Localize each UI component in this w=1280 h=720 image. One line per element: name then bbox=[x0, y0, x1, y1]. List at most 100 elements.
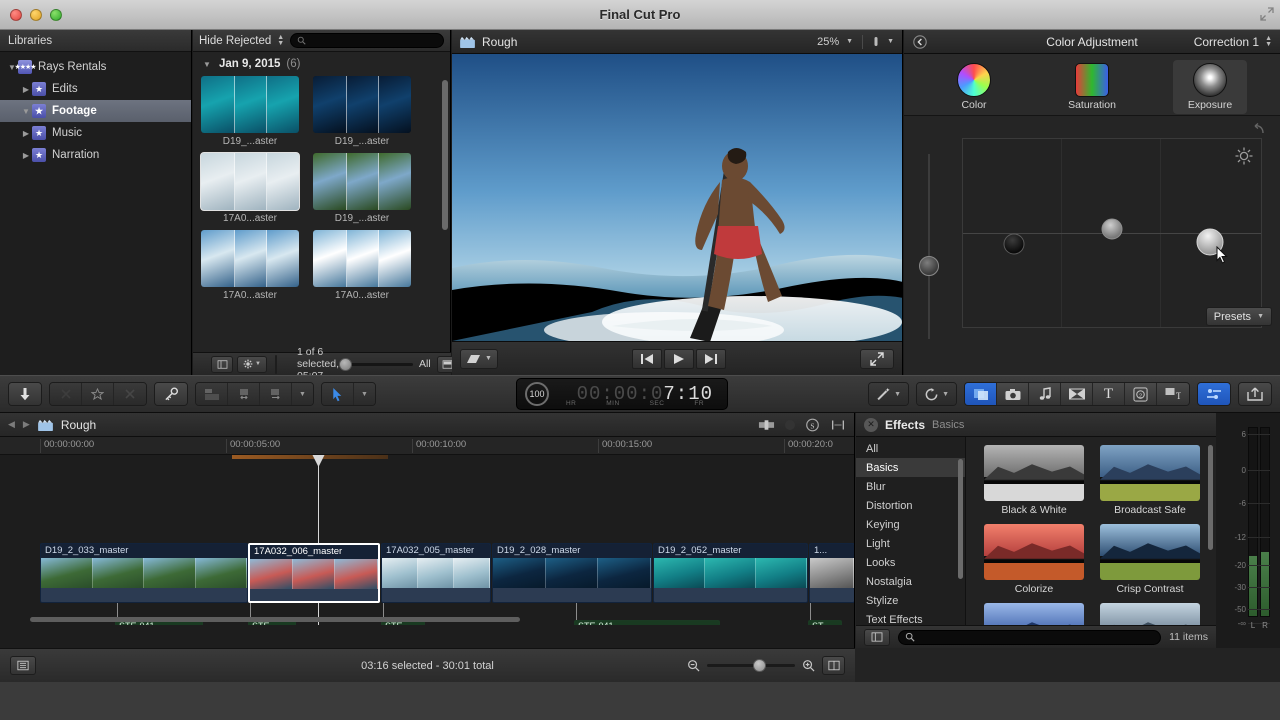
sidebar-item-narration[interactable]: ▶★Narration bbox=[0, 144, 191, 166]
timeline-zoom-slider[interactable] bbox=[707, 664, 795, 667]
browser-scrollbar[interactable] bbox=[442, 80, 448, 230]
viewer-zoom-label[interactable]: 25% bbox=[817, 36, 839, 48]
timeline-clip[interactable]: 1... bbox=[809, 543, 854, 603]
timeline-history-back-icon[interactable]: ◀ bbox=[8, 419, 15, 430]
effect-thumbnail[interactable] bbox=[1100, 445, 1200, 501]
generators-browser-button[interactable]: 2 bbox=[1125, 383, 1157, 405]
effects-browser-button[interactable] bbox=[965, 383, 997, 405]
clip-thumbnail[interactable] bbox=[313, 76, 411, 133]
timecode-display[interactable]: 100 00:00:07:10 HR MIN SEC FR bbox=[516, 378, 728, 410]
timeline-clip[interactable]: 17A032_006_master bbox=[248, 543, 380, 603]
viewer-settings-icon[interactable] bbox=[872, 35, 880, 49]
overwrite-menu-button[interactable]: ▼ bbox=[292, 383, 313, 405]
browser-group-header[interactable]: ▼ Jan 9, 2015 (6) bbox=[201, 58, 442, 70]
effect-thumbnail[interactable] bbox=[1100, 524, 1200, 580]
music-browser-button[interactable] bbox=[1029, 383, 1061, 405]
audio-meters[interactable]: 60-6-12-20-30-50-∞ L R bbox=[1216, 413, 1280, 648]
timeline-body[interactable]: D19_2_033_master17A032_006_master17A032_… bbox=[0, 455, 854, 625]
enhance-button[interactable]: ▼ bbox=[869, 383, 908, 405]
timeline-ruler[interactable]: 00:00:00:0000:00:05:0000:00:10:0000:00:1… bbox=[0, 437, 854, 455]
transitions-browser-button[interactable] bbox=[1061, 383, 1093, 405]
fullscreen-icon[interactable] bbox=[1260, 7, 1274, 21]
retime-button[interactable]: ▼ bbox=[917, 383, 956, 405]
effect-item[interactable]: Black & White bbox=[984, 445, 1084, 516]
timeline-clip[interactable]: D19_2_052_master bbox=[653, 543, 808, 603]
effects-category-keying[interactable]: Keying bbox=[856, 515, 965, 534]
sidebar-item-footage[interactable]: ▼★Footage bbox=[0, 100, 191, 122]
unrate-button[interactable] bbox=[114, 383, 146, 405]
zoom-in-icon[interactable] bbox=[802, 659, 815, 672]
disclosure-triangle-icon[interactable]: ▶ bbox=[20, 151, 32, 160]
skimmer-percent-indicator[interactable]: 100 bbox=[525, 382, 549, 406]
effect-thumbnail[interactable] bbox=[1100, 603, 1200, 625]
timeline-clip-appearance-button[interactable] bbox=[822, 656, 845, 675]
photos-browser-button[interactable] bbox=[997, 383, 1029, 405]
clip-height-slider[interactable] bbox=[339, 363, 413, 366]
append-clip-button[interactable] bbox=[260, 383, 292, 405]
shadows-puck[interactable] bbox=[1003, 234, 1024, 255]
timeline-clip[interactable]: D19_2_033_master bbox=[40, 543, 248, 603]
clip-thumbnail[interactable] bbox=[313, 153, 411, 210]
clip-thumbnail[interactable] bbox=[313, 230, 411, 287]
effects-scrollbar[interactable] bbox=[1208, 445, 1213, 550]
effect-thumbnail[interactable] bbox=[984, 603, 1084, 625]
import-media-button[interactable] bbox=[9, 383, 41, 405]
timeline-clip[interactable]: 17A032_005_master bbox=[381, 543, 491, 603]
browser-clip[interactable]: 17A0...aster bbox=[313, 230, 411, 301]
timeline-index-dot-icon[interactable] bbox=[785, 420, 795, 430]
browser-action-menu-button[interactable]: ▼ bbox=[237, 356, 267, 373]
connect-clip-button[interactable] bbox=[196, 383, 228, 405]
sidebar-item-music[interactable]: ▶★Music bbox=[0, 122, 191, 144]
browser-clip[interactable]: 17A0...aster bbox=[201, 153, 299, 224]
filmstrip-view-button[interactable] bbox=[276, 356, 277, 373]
reset-icon[interactable] bbox=[1252, 122, 1266, 136]
viewer-image[interactable] bbox=[452, 54, 902, 341]
effects-category-text-effects[interactable]: Text Effects bbox=[856, 610, 965, 629]
timeline-history-forward-icon[interactable]: ▶ bbox=[23, 419, 30, 430]
effects-category-distortion[interactable]: Distortion bbox=[856, 496, 965, 515]
effects-category-nostalgia[interactable]: Nostalgia bbox=[856, 572, 965, 591]
inspector-button[interactable] bbox=[1198, 383, 1230, 405]
filter-popup-label[interactable]: Hide Rejected bbox=[199, 35, 271, 47]
timeline-audio-clip[interactable]: STE-041 bbox=[574, 620, 720, 625]
playhead-handle[interactable] bbox=[312, 455, 325, 467]
tab-exposure[interactable]: Exposure bbox=[1173, 60, 1247, 114]
effects-category-basics[interactable]: Basics bbox=[856, 458, 965, 477]
browser-search-field[interactable] bbox=[290, 33, 444, 48]
effect-item[interactable]: Colorize bbox=[984, 524, 1084, 595]
clip-thumbnail[interactable] bbox=[201, 153, 299, 210]
viewer-settings-chevron-icon[interactable]: ▼ bbox=[887, 38, 894, 45]
insert-clip-button[interactable] bbox=[228, 383, 260, 405]
clip-thumbnail[interactable] bbox=[201, 230, 299, 287]
clip-height-slider-knob[interactable] bbox=[339, 358, 352, 371]
effects-category-all[interactable]: All bbox=[856, 439, 965, 458]
effects-category-stylize[interactable]: Stylize bbox=[856, 591, 965, 610]
effects-category-looks[interactable]: Looks bbox=[856, 553, 965, 572]
timeline-audio-clip[interactable]: ST... bbox=[808, 620, 842, 625]
full-screen-viewer-button[interactable] bbox=[860, 349, 894, 369]
timeline-zoom-knob[interactable] bbox=[753, 659, 766, 672]
titles-browser-button[interactable]: T bbox=[1093, 383, 1125, 405]
select-tool-button[interactable] bbox=[322, 383, 354, 405]
effects-category-blur[interactable]: Blur bbox=[856, 477, 965, 496]
keywords-button[interactable] bbox=[155, 383, 187, 405]
skimming-audio-icon[interactable]: S bbox=[805, 418, 820, 432]
effect-thumbnail[interactable] bbox=[984, 445, 1084, 501]
sidebar-item-edits[interactable]: ▶★Edits bbox=[0, 78, 191, 100]
tab-saturation[interactable]: Saturation bbox=[1055, 60, 1129, 114]
correction-stepper-icon[interactable]: ▲▼ bbox=[1265, 36, 1272, 48]
favorite-button[interactable] bbox=[82, 383, 114, 405]
effect-item[interactable] bbox=[1100, 603, 1200, 625]
timeline-index-button[interactable] bbox=[10, 656, 36, 675]
effect-item[interactable]: Broadcast Safe bbox=[1100, 445, 1200, 516]
effect-item[interactable] bbox=[984, 603, 1084, 625]
tab-color[interactable]: Color bbox=[937, 60, 1011, 114]
go-to-start-button[interactable] bbox=[632, 349, 662, 369]
effect-thumbnail[interactable] bbox=[984, 524, 1084, 580]
timeline-scrollbar[interactable] bbox=[30, 617, 520, 622]
effects-search-field[interactable] bbox=[898, 630, 1161, 645]
browser-clip[interactable]: D19_...aster bbox=[201, 76, 299, 147]
themes-browser-button[interactable]: T bbox=[1157, 383, 1189, 405]
snapping-icon[interactable] bbox=[830, 419, 846, 431]
correction-popup-label[interactable]: Correction 1 bbox=[1194, 35, 1259, 49]
